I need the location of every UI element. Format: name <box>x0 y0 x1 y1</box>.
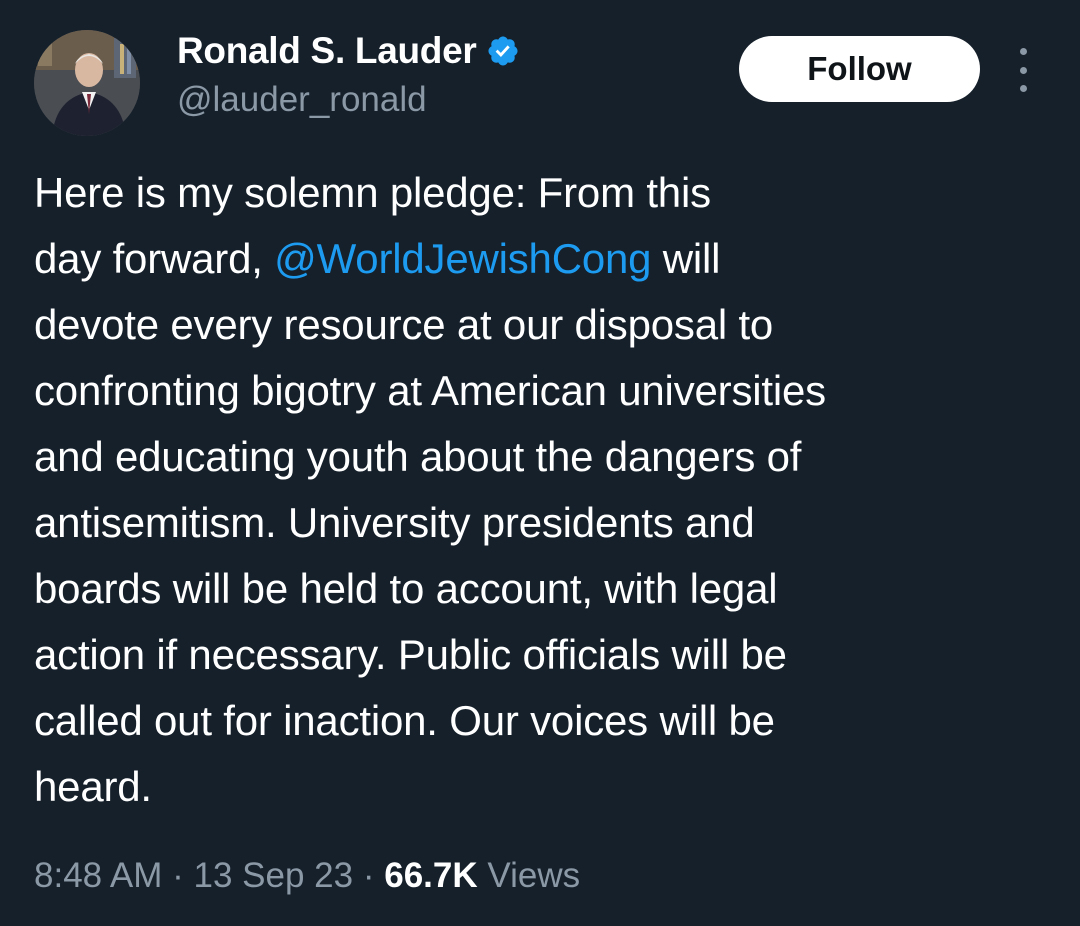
tweet-line: and educating youth about the dangers of <box>34 433 802 480</box>
author-handle[interactable]: @lauder_ronald <box>177 80 427 120</box>
avatar[interactable] <box>34 30 140 136</box>
meta-separator: · <box>353 856 385 895</box>
follow-button[interactable]: Follow <box>739 36 980 102</box>
tweet-card: Ronald S. Lauder @lauder_ronald Follow H… <box>0 0 1080 926</box>
tweet-text: Here is my solemn pledge: From this day … <box>34 160 1064 820</box>
tweet-time[interactable]: 8:48 AM <box>34 856 162 895</box>
views-label: Views <box>477 856 581 895</box>
tweet-line: called out for inaction. Our voices will… <box>34 697 775 744</box>
tweet-line: heard. <box>34 763 152 810</box>
verified-badge-icon <box>486 34 520 68</box>
tweet-line: action if necessary. Public officials wi… <box>34 631 787 678</box>
tweet-line: boards will be held to account, with leg… <box>34 565 778 612</box>
mention-link[interactable]: @WorldJewishCong <box>274 235 651 282</box>
author-name-row[interactable]: Ronald S. Lauder <box>177 28 520 74</box>
tweet-date[interactable]: 13 Sep 23 <box>194 856 354 895</box>
tweet-line-pre: day forward, <box>34 235 275 282</box>
tweet-line-post: will <box>651 235 721 282</box>
tweet-line: Here is my solemn pledge: From this <box>34 169 711 216</box>
tweet-line: devote every resource at our disposal to <box>34 301 774 348</box>
profile-photo-icon <box>34 30 140 136</box>
tweet-line: day forward, @WorldJewishCong will <box>34 226 1064 292</box>
views-count[interactable]: 66.7K <box>384 856 477 895</box>
tweet-meta: 8:48 AM · 13 Sep 23 · 66.7K Views <box>34 856 580 896</box>
more-dot <box>1019 48 1027 55</box>
more-dot <box>1019 85 1027 92</box>
display-name[interactable]: Ronald S. Lauder <box>177 30 477 72</box>
more-vertical-icon[interactable] <box>1008 48 1038 92</box>
tweet-line: antisemitism. University presidents and <box>34 499 755 546</box>
tweet-line: confronting bigotry at American universi… <box>34 367 826 414</box>
more-dot <box>1019 66 1027 74</box>
meta-separator: · <box>162 856 194 895</box>
